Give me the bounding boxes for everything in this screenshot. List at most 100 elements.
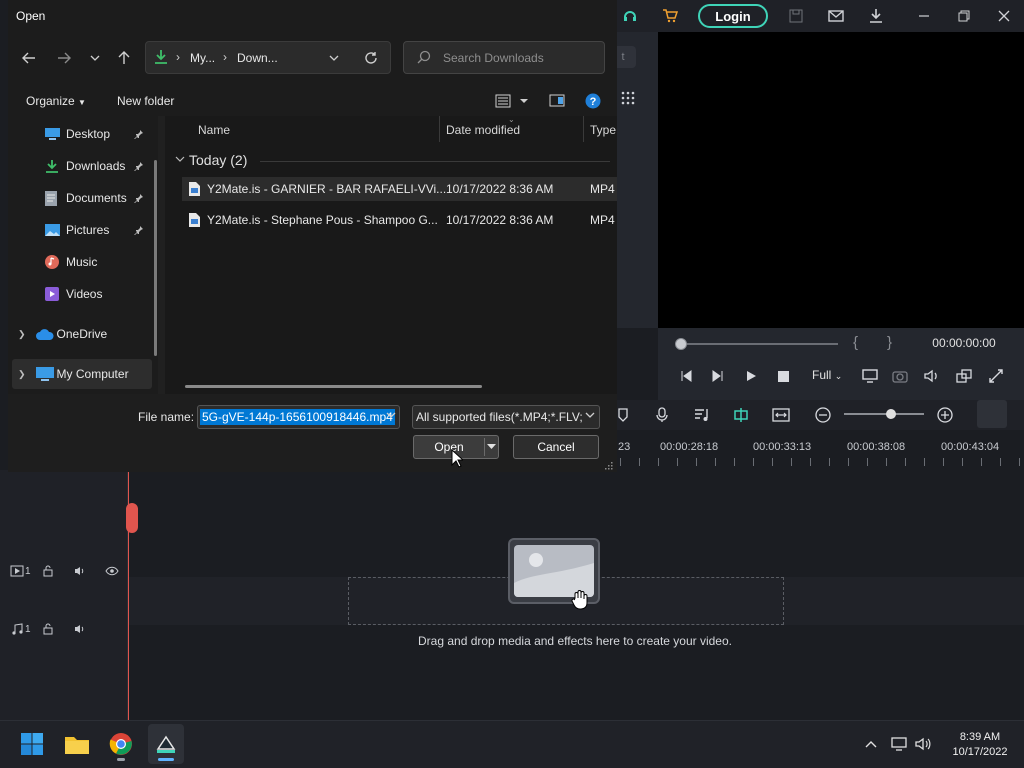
file-explorer-icon[interactable] [61, 728, 93, 760]
new-folder-button[interactable]: New folder [117, 94, 174, 108]
mute-icon[interactable] [72, 563, 88, 579]
file-row[interactable]: Y2Mate.is - Stephane Pous - Shampoo G...… [182, 208, 617, 232]
windows-start-icon[interactable] [16, 728, 48, 760]
previous-frame-icon[interactable] [676, 366, 696, 386]
download-icon[interactable] [866, 6, 886, 26]
track-layout-button[interactable] [977, 400, 1007, 428]
forward-arrow-icon[interactable] [53, 47, 75, 69]
refresh-icon[interactable] [360, 47, 382, 69]
recent-locations-chevron-icon[interactable] [84, 47, 106, 69]
network-icon[interactable] [890, 735, 908, 753]
ruler-time: 00:00:38:08 [847, 441, 906, 453]
column-separator[interactable] [439, 116, 440, 142]
chevron-up-icon[interactable] [862, 735, 880, 753]
expand-chevron-icon[interactable]: ❯ [18, 329, 26, 340]
horizontal-scrollbar[interactable] [185, 385, 482, 388]
column-header-type[interactable]: Type [590, 123, 616, 137]
audio-mixer-icon[interactable] [692, 405, 712, 425]
resize-grip-icon[interactable] [603, 460, 613, 470]
group-collapse-chevron-icon[interactable] [175, 155, 185, 163]
eye-icon[interactable] [104, 563, 120, 579]
mute-icon[interactable] [72, 621, 88, 637]
display-icon[interactable] [860, 366, 880, 386]
column-header-date-modified[interactable]: Date modified [446, 123, 520, 137]
pin-icon[interactable] [134, 129, 144, 139]
zoom-slider-track[interactable] [844, 413, 924, 415]
breadcrumb-item[interactable]: My... [190, 51, 215, 65]
headset-icon[interactable] [620, 6, 640, 26]
mark-in-icon[interactable]: { [853, 334, 858, 351]
mail-icon[interactable] [826, 6, 846, 26]
zoom-out-icon[interactable] [813, 405, 833, 425]
restore-icon[interactable] [954, 6, 974, 26]
lock-icon[interactable] [40, 563, 56, 579]
sidebar-item-videos[interactable]: Videos [12, 279, 152, 309]
preview-pane-icon[interactable] [549, 94, 565, 107]
preview-quality-label: Full [812, 368, 832, 382]
video-track-number: 1 [25, 566, 31, 577]
login-button[interactable]: Login [698, 4, 768, 28]
pin-icon[interactable] [134, 193, 144, 203]
sidebar-item-pictures[interactable]: Pictures [12, 215, 152, 245]
speaker-icon[interactable] [914, 735, 932, 753]
scrub-handle[interactable] [675, 338, 687, 350]
crop-icon[interactable] [954, 366, 974, 386]
music-icon [45, 255, 61, 269]
sidebar-item-music[interactable]: Music [12, 247, 152, 277]
organize-button[interactable]: Organize ▼ [26, 94, 86, 108]
next-frame-icon[interactable] [708, 366, 728, 386]
snapshot-icon[interactable] [890, 366, 910, 386]
scrub-track[interactable] [680, 343, 838, 345]
zoom-in-icon[interactable] [935, 405, 955, 425]
column-separator[interactable] [583, 116, 584, 142]
taskbar-clock[interactable]: 8:39 AM 10/17/2022 [940, 730, 1020, 760]
back-arrow-icon[interactable] [18, 47, 40, 69]
sidebar-item-downloads[interactable]: Downloads [12, 151, 152, 181]
save-icon[interactable] [786, 6, 806, 26]
file-type: MP4 [590, 182, 615, 196]
playhead-handle[interactable] [126, 503, 138, 533]
mark-out-icon[interactable]: } [887, 334, 892, 351]
minimize-icon[interactable] [914, 6, 934, 26]
sidebar-item-label: My Computer [56, 367, 129, 381]
up-arrow-icon[interactable] [113, 47, 135, 69]
stop-icon[interactable] [773, 366, 793, 386]
sidebar-item-desktop[interactable]: Desktop [12, 119, 152, 149]
document-icon [45, 190, 61, 206]
navigation-scrollbar[interactable] [154, 160, 157, 356]
fullscreen-icon[interactable] [986, 366, 1006, 386]
sidebar-item-my-computer[interactable]: ❯ My Computer [12, 359, 152, 389]
file-row[interactable]: Y2Mate.is - GARNIER - BAR RAFAELI-VVi...… [182, 177, 617, 201]
grid-view-icon[interactable] [620, 90, 638, 108]
lock-icon[interactable] [40, 621, 56, 637]
audio-track-number: 1 [25, 624, 31, 635]
column-header-name[interactable]: Name [198, 123, 230, 137]
address-dropdown-icon[interactable] [323, 47, 345, 69]
close-icon[interactable] [994, 6, 1014, 26]
pin-icon[interactable] [134, 161, 144, 171]
pin-icon[interactable] [134, 225, 144, 235]
chevron-down-icon: ⌄ [834, 371, 843, 381]
volume-icon[interactable] [922, 366, 942, 386]
expand-chevron-icon[interactable]: ❯ [18, 369, 26, 380]
cancel-button[interactable]: Cancel [513, 435, 599, 459]
cart-icon[interactable] [660, 6, 680, 26]
dialog-title-bar[interactable] [8, 0, 617, 32]
fit-timeline-icon[interactable] [771, 405, 791, 425]
file-name-dropdown-icon[interactable] [386, 412, 396, 418]
media-panel-edge [617, 32, 658, 328]
microphone-icon[interactable] [652, 405, 672, 425]
file-type-dropdown-icon[interactable] [585, 412, 595, 418]
chrome-icon[interactable] [105, 728, 137, 760]
preview-quality-select[interactable]: Full ⌄ [812, 368, 842, 382]
breadcrumb-item[interactable]: Down... [237, 51, 278, 65]
view-options-icon[interactable] [495, 94, 531, 108]
sidebar-item-documents[interactable]: Documents [12, 183, 152, 213]
split-icon[interactable] [731, 405, 751, 425]
sidebar-item-onedrive[interactable]: ❯ OneDrive [12, 319, 152, 349]
file-group-header[interactable]: Today (2) [189, 152, 247, 168]
help-icon[interactable]: ? [585, 93, 601, 109]
play-icon[interactable] [741, 366, 761, 386]
zoom-slider-handle[interactable] [886, 409, 896, 419]
open-options-dropdown-icon[interactable] [487, 444, 496, 450]
